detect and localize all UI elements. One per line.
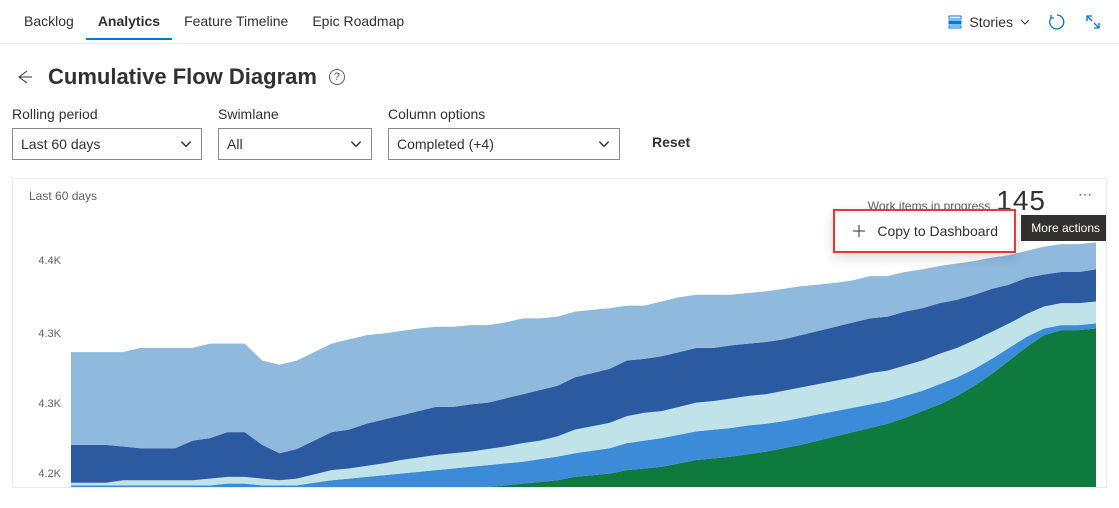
y-tick: 4.4K	[21, 255, 61, 267]
chart-svg	[71, 234, 1096, 487]
filter-swimlane: Swimlane All	[218, 106, 372, 160]
y-tick: 4.3K	[21, 398, 61, 410]
swimlane-value: All	[227, 136, 243, 152]
expand-icon	[1085, 14, 1101, 30]
refresh-button[interactable]	[1043, 8, 1071, 36]
swimlane-label: Swimlane	[218, 106, 372, 122]
more-actions-tooltip: More actions	[1021, 215, 1107, 241]
chevron-down-icon	[349, 137, 363, 151]
tab-epic-roadmap[interactable]: Epic Roadmap	[300, 3, 416, 40]
arrow-left-icon	[15, 68, 33, 86]
y-tick: 4.2K	[21, 468, 61, 480]
rolling-period-value: Last 60 days	[21, 136, 100, 152]
chevron-down-icon	[597, 137, 611, 151]
chart-header: Last 60 days Work items in progress 145 …	[13, 179, 1106, 203]
swimlane-dropdown[interactable]: All	[218, 128, 372, 160]
copy-to-dashboard-label: Copy to Dashboard	[877, 223, 998, 239]
page-title: Cumulative Flow Diagram	[48, 64, 317, 90]
y-axis: 4.4K 4.3K 4.3K 4.2K	[21, 239, 61, 487]
help-icon: ?	[334, 71, 340, 83]
y-tick: 4.3K	[21, 328, 61, 340]
filter-rolling-period: Rolling period Last 60 days	[12, 106, 202, 160]
chevron-down-icon	[1019, 16, 1031, 28]
tabs-right-controls: Stories	[943, 8, 1107, 36]
page-header: Cumulative Flow Diagram ?	[0, 44, 1119, 98]
refresh-icon	[1048, 13, 1066, 31]
column-options-value: Completed (+4)	[397, 136, 494, 152]
rolling-period-dropdown[interactable]: Last 60 days	[12, 128, 202, 160]
nav-tabs: Backlog Analytics Feature Timeline Epic …	[0, 0, 1119, 44]
reset-button[interactable]: Reset	[652, 116, 690, 150]
help-button[interactable]: ?	[329, 69, 345, 85]
rolling-period-label: Rolling period	[12, 106, 202, 122]
more-icon: ⋯	[1078, 186, 1092, 202]
chevron-down-icon	[179, 137, 193, 151]
backlog-level-dropdown[interactable]: Stories	[943, 10, 1035, 34]
chart-subtitle: Last 60 days	[29, 189, 97, 203]
chart-card: Last 60 days Work items in progress 145 …	[12, 178, 1107, 488]
context-menu: Copy to Dashboard	[833, 209, 1016, 253]
more-actions-button[interactable]: ⋯	[1072, 185, 1098, 203]
column-options-dropdown[interactable]: Completed (+4)	[388, 128, 620, 160]
tab-feature-timeline[interactable]: Feature Timeline	[172, 3, 300, 40]
fullscreen-button[interactable]	[1079, 8, 1107, 36]
back-button[interactable]	[12, 65, 36, 89]
filter-bar: Rolling period Last 60 days Swimlane All…	[0, 98, 1119, 178]
stories-icon	[947, 14, 963, 30]
filter-column-options: Column options Completed (+4)	[388, 106, 620, 160]
stories-label: Stories	[969, 14, 1013, 30]
copy-to-dashboard-item[interactable]: Copy to Dashboard	[835, 211, 1014, 251]
column-options-label: Column options	[388, 106, 620, 122]
tab-backlog[interactable]: Backlog	[12, 3, 86, 40]
tab-analytics[interactable]: Analytics	[86, 3, 172, 40]
chart-area	[71, 234, 1096, 487]
plus-icon	[851, 223, 867, 239]
